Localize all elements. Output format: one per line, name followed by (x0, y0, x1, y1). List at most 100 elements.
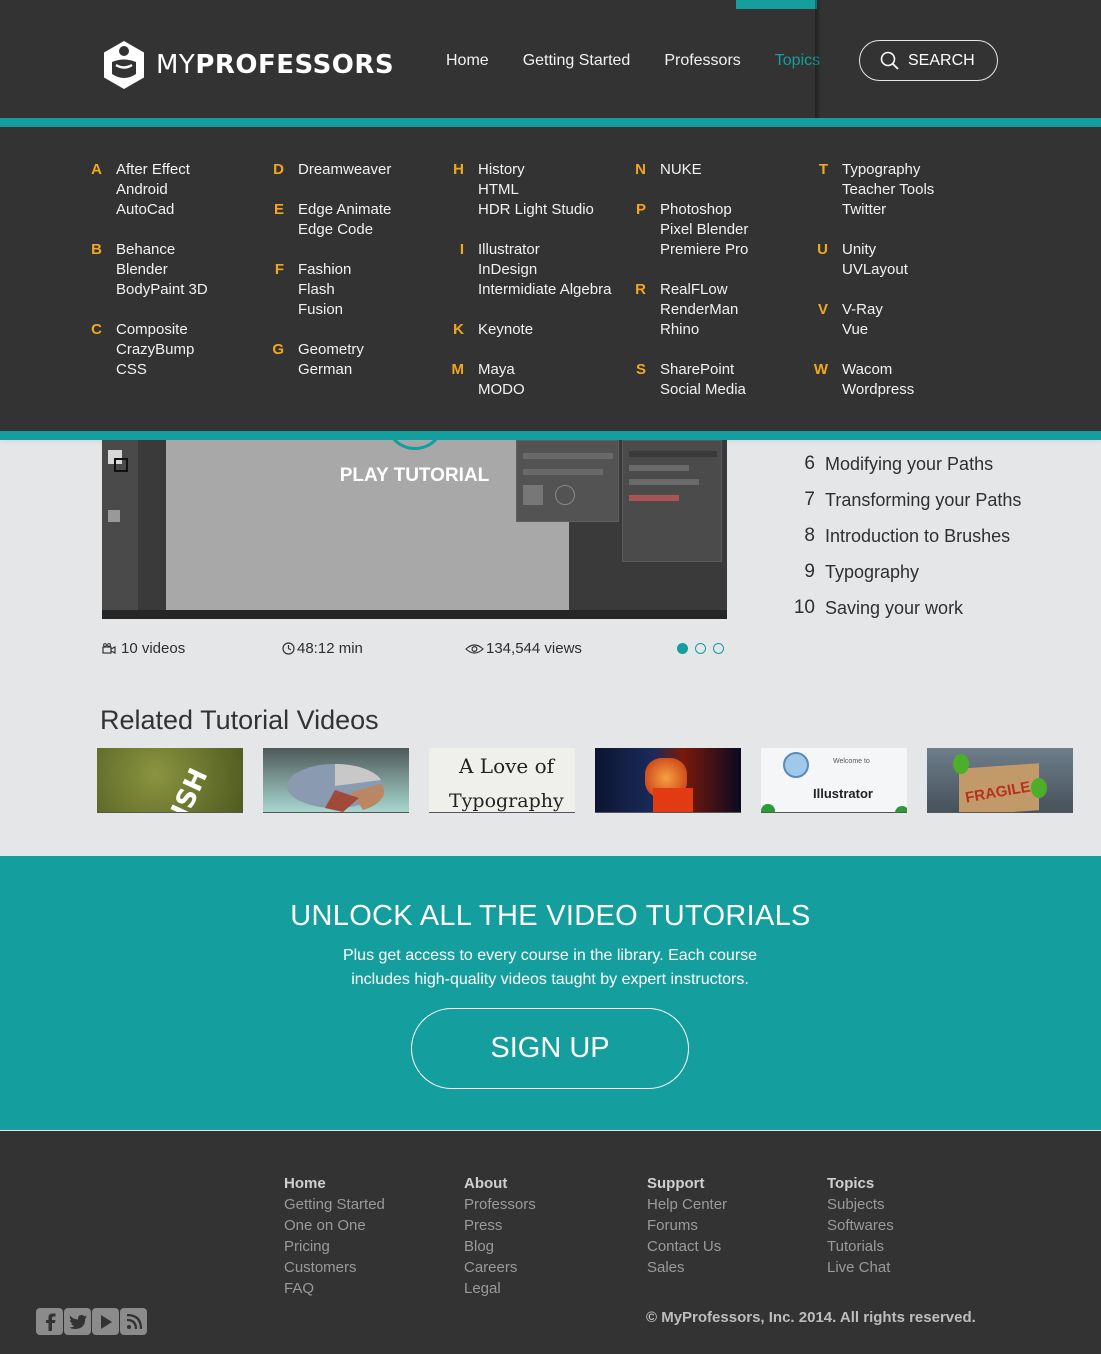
footer-link[interactable]: Blog (464, 1236, 536, 1257)
footer-heading[interactable]: About (464, 1173, 536, 1194)
footer-heading[interactable]: Support (647, 1173, 727, 1194)
topic-link[interactable]: RealFLow (660, 280, 738, 300)
brand-logo[interactable]: MYPROFESSORS (102, 40, 394, 90)
carousel-dot-2[interactable] (695, 643, 706, 654)
footer-link[interactable]: Softwares (827, 1215, 894, 1236)
carousel-dot-1[interactable] (677, 643, 688, 654)
topic-link[interactable]: CSS (116, 360, 194, 380)
topic-link[interactable]: Twitter (842, 200, 934, 220)
topic-link[interactable]: Geometry (298, 340, 364, 360)
video-player[interactable]: PLAY TUTORIAL (102, 440, 727, 619)
footer-link[interactable]: Live Chat (827, 1257, 894, 1278)
topic-link[interactable]: V-Ray (842, 300, 883, 320)
topic-link[interactable]: German (298, 360, 364, 380)
topic-link[interactable]: Android (116, 180, 190, 200)
topic-link[interactable]: Edge Code (298, 220, 391, 240)
footer-link[interactable]: Contact Us (647, 1236, 727, 1257)
lesson-item[interactable]: 7 Transforming your Paths (790, 482, 1021, 518)
topic-link[interactable]: Teacher Tools (842, 180, 934, 200)
youtube-icon[interactable] (92, 1308, 119, 1335)
topic-link[interactable]: Blender (116, 260, 208, 280)
footer-link[interactable]: Pricing (284, 1236, 385, 1257)
topic-link[interactable]: Photoshop (660, 200, 748, 220)
footer-heading[interactable]: Home (284, 1173, 385, 1194)
related-thumb-3[interactable]: A Love of Typography (429, 748, 575, 813)
search-button[interactable]: SEARCH (859, 40, 998, 81)
related-thumb-4[interactable] (595, 748, 741, 813)
appearance-panel (622, 440, 722, 562)
related-thumb-2[interactable] (263, 748, 409, 813)
topic-link[interactable]: CrazyBump (116, 340, 194, 360)
footer-link[interactable]: Help Center (647, 1194, 727, 1215)
topic-link[interactable]: Unity (842, 240, 908, 260)
topic-link[interactable]: RenderMan (660, 300, 738, 320)
topic-link[interactable]: Maya (478, 360, 525, 380)
footer-link[interactable]: Careers (464, 1257, 536, 1278)
topic-link[interactable]: Premiere Pro (660, 240, 748, 260)
related-thumb-1[interactable]: ISH (97, 748, 243, 813)
topic-group-s: S SharePoint Social Media (624, 360, 748, 400)
twitter-icon[interactable] (64, 1308, 91, 1335)
footer-link[interactable]: Customers (284, 1257, 385, 1278)
topic-link[interactable]: Fashion (298, 260, 351, 280)
footer-link[interactable]: Professors (464, 1194, 536, 1215)
topic-link[interactable]: Intermidiate Algebra (478, 280, 611, 300)
video-scrollbar[interactable] (102, 610, 727, 619)
lesson-item[interactable]: 9 Typography (790, 554, 1021, 590)
related-thumb-5[interactable]: Welcome to Illustrator (761, 748, 907, 813)
topic-link[interactable]: Social Media (660, 380, 746, 400)
nav-home[interactable]: Home (446, 52, 489, 70)
topic-letter: A (91, 161, 102, 178)
footer-link[interactable]: Forums (647, 1215, 727, 1236)
topic-link[interactable]: Typography (842, 160, 934, 180)
topic-link[interactable]: Illustrator (478, 240, 611, 260)
pie-chart-thumb-icon (287, 764, 385, 812)
topic-link[interactable]: History (478, 160, 594, 180)
footer-link[interactable]: Tutorials (827, 1236, 894, 1257)
footer-link[interactable]: FAQ (284, 1278, 385, 1299)
footer-link[interactable]: Legal (464, 1278, 536, 1299)
lesson-item[interactable]: 10 Saving your work (790, 590, 1021, 626)
topic-link[interactable]: AutoCad (116, 200, 190, 220)
footer-link[interactable]: One on One (284, 1215, 385, 1236)
lesson-title: Modifying your Paths (825, 453, 994, 474)
topic-group-v: V V-Ray Vue (806, 300, 934, 340)
topic-link[interactable]: NUKE (660, 160, 702, 180)
topic-link[interactable]: Dreamweaver (298, 160, 391, 180)
related-thumb-6[interactable]: FRAGILE (927, 748, 1073, 813)
footer-link[interactable]: Subjects (827, 1194, 894, 1215)
carousel-dot-3[interactable] (713, 643, 724, 654)
signup-button[interactable]: SIGN UP (411, 1008, 689, 1089)
topic-link[interactable]: Pixel Blender (660, 220, 748, 240)
footer-link[interactable]: Sales (647, 1257, 727, 1278)
topic-link[interactable]: Behance (116, 240, 208, 260)
topic-link[interactable]: UVLayout (842, 260, 908, 280)
lesson-item[interactable]: 8 Introduction to Brushes (790, 518, 1021, 554)
topic-link[interactable]: Wacom (842, 360, 914, 380)
topic-link[interactable]: Keynote (478, 320, 533, 340)
lesson-item[interactable]: 6 Modifying your Paths (790, 446, 1021, 482)
topic-link[interactable]: HTML (478, 180, 594, 200)
topic-link[interactable]: Wordpress (842, 380, 914, 400)
topic-link[interactable]: HDR Light Studio (478, 200, 594, 220)
footer-link[interactable]: Press (464, 1215, 536, 1236)
topic-link[interactable]: After Effect (116, 160, 190, 180)
topic-link[interactable]: MODO (478, 380, 525, 400)
footer-heading[interactable]: Topics (827, 1173, 894, 1194)
topic-link[interactable]: Composite (116, 320, 194, 340)
topic-link[interactable]: Flash (298, 280, 351, 300)
nav-professors[interactable]: Professors (664, 52, 740, 70)
rss-icon[interactable] (120, 1308, 147, 1335)
topic-link[interactable]: SharePoint (660, 360, 746, 380)
topic-link[interactable]: Fusion (298, 300, 351, 320)
facebook-icon[interactable] (36, 1308, 63, 1335)
topic-link[interactable]: InDesign (478, 260, 611, 280)
nav-topics[interactable]: Topics (775, 52, 820, 70)
topic-link[interactable]: BodyPaint 3D (116, 280, 208, 300)
nav-getting-started[interactable]: Getting Started (523, 52, 631, 70)
topic-link[interactable]: Vue (842, 320, 883, 340)
topic-link[interactable]: Rhino (660, 320, 738, 340)
topic-link[interactable]: Edge Animate (298, 200, 391, 220)
play-tutorial-button[interactable]: PLAY TUTORIAL (102, 465, 727, 487)
footer-link[interactable]: Getting Started (284, 1194, 385, 1215)
